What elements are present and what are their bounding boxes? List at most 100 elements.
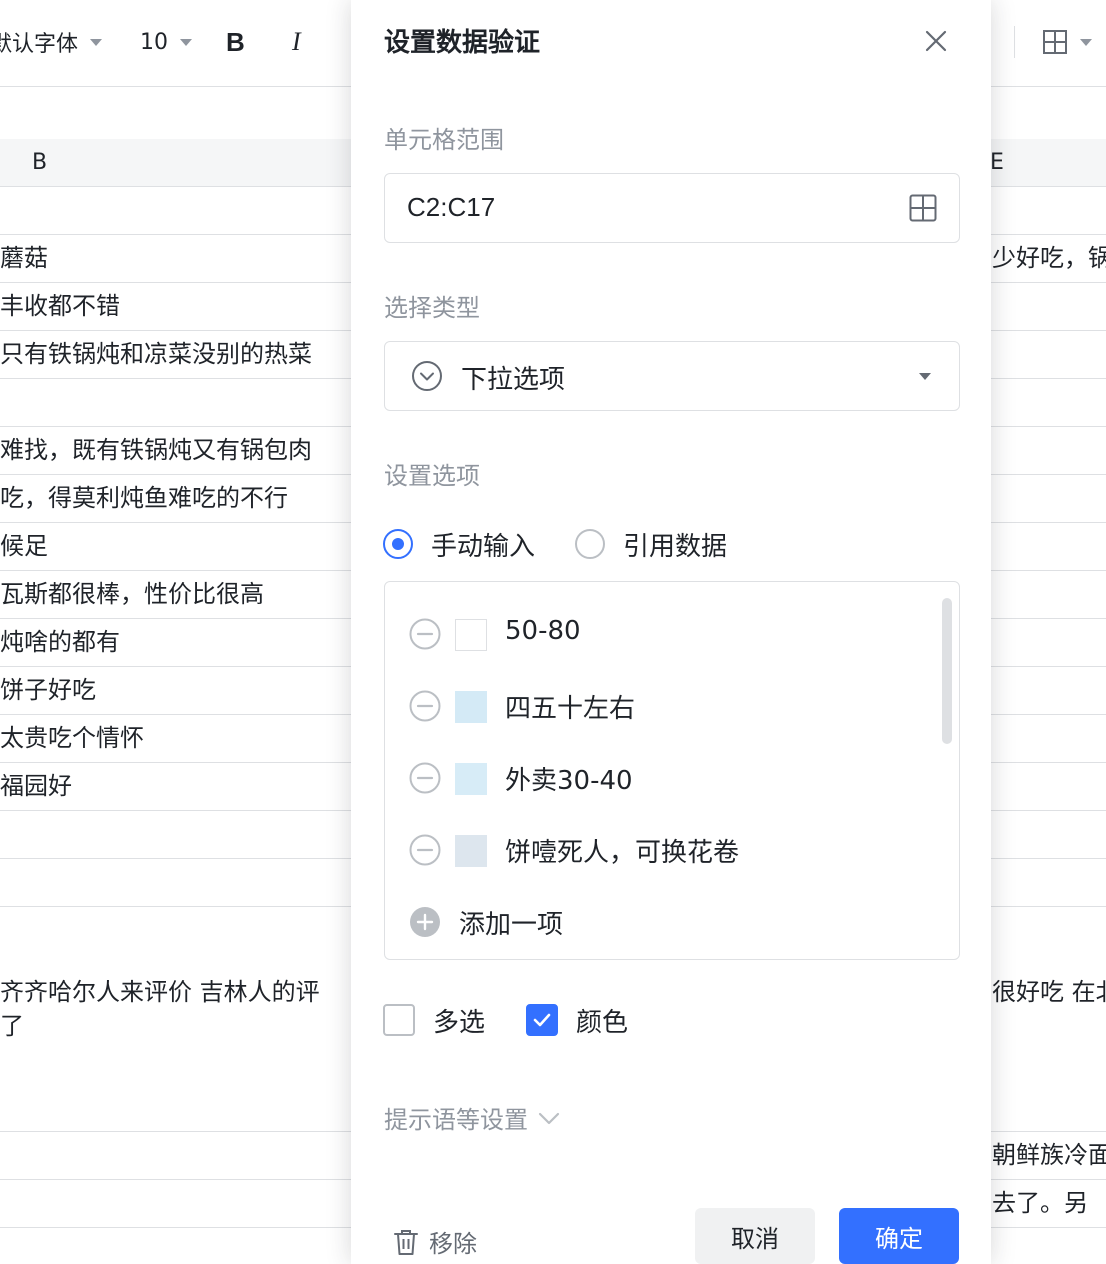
table-cell[interactable]: 福园好	[0, 763, 350, 810]
table-cell[interactable]	[992, 619, 1106, 666]
column-header-e[interactable]: E	[990, 139, 1004, 186]
table-cell[interactable]: 候足	[0, 523, 350, 570]
table-cell[interactable]	[992, 379, 1106, 426]
cell-text: 了	[0, 1012, 24, 1040]
font-size-value: 10	[140, 29, 168, 55]
table-cell[interactable]	[992, 283, 1106, 330]
table-cell[interactable]	[992, 715, 1106, 762]
table-cell[interactable]	[992, 667, 1106, 714]
validation-type-value: 下拉选项	[461, 365, 566, 395]
option-text[interactable]: 外卖30-40	[505, 760, 633, 797]
option-item: 四五十左右	[409, 686, 929, 726]
table-cell[interactable]: 吃，得莫利炖鱼难吃的不行	[0, 475, 350, 522]
color-label: 颜色	[576, 1007, 629, 1038]
chevron-down-icon	[90, 38, 103, 46]
table-cell[interactable]	[0, 1132, 350, 1179]
option-item: 50-80	[409, 614, 929, 654]
remove-label: 移除	[429, 1230, 477, 1258]
table-cell[interactable]: 蘑菇	[0, 235, 350, 282]
advanced-settings-label: 提示语等设置	[384, 1106, 528, 1134]
caret-down-icon	[919, 373, 931, 380]
table-cell[interactable]	[992, 859, 1106, 906]
option-color-swatch[interactable]	[455, 763, 487, 795]
border-select[interactable]	[1042, 24, 1092, 60]
table-cell[interactable]: 饼子好吃	[0, 667, 350, 714]
close-icon[interactable]	[921, 26, 951, 56]
table-cell[interactable]	[0, 1180, 350, 1227]
checkmark-icon	[533, 1013, 551, 1027]
table-cell[interactable]	[0, 811, 350, 858]
table-cell[interactable]	[992, 331, 1106, 378]
range-value: C2:C17	[407, 192, 496, 222]
type-label: 选择类型	[384, 294, 480, 322]
table-cell[interactable]	[992, 811, 1106, 858]
confirm-button[interactable]: 确定	[839, 1208, 959, 1264]
table-cell[interactable]	[992, 523, 1106, 570]
border-grid-icon	[1043, 30, 1067, 54]
option-color-swatch[interactable]	[455, 619, 487, 651]
options-list: 50-80 四五十左右外卖30-40 饼噎死人，可换花卷 添加一项	[384, 581, 960, 960]
font-family-value: 默认字体	[0, 32, 79, 57]
color-checkbox[interactable]: 颜色	[526, 1003, 629, 1038]
trash-icon	[394, 1229, 418, 1255]
cell-text: 齐齐哈尔人来评价 吉林人的评	[0, 978, 320, 1006]
table-cell[interactable]: 朝鲜族冷面	[992, 1132, 1106, 1179]
data-validation-dialog: 设置数据验证 单元格范围 C2:C17 选择类型 下拉选项 设置选项 手动输入 …	[351, 0, 991, 1264]
table-cell[interactable]	[992, 427, 1106, 474]
italic-button[interactable]: I	[292, 24, 301, 60]
table-cell[interactable]	[992, 475, 1106, 522]
add-option-label: 添加一项	[459, 910, 564, 940]
table-cell[interactable]: 去了。另	[992, 1180, 1106, 1227]
table-cell[interactable]: 很好吃 在北	[992, 975, 1106, 1009]
table-cell[interactable]: 瓦斯都很棒，性价比很高	[0, 571, 350, 618]
table-cell[interactable]: 只有铁锅炖和凉菜没别的热菜	[0, 331, 350, 378]
radio-button-checked[interactable]	[383, 529, 413, 559]
table-cell[interactable]: 炖啥的都有	[0, 619, 350, 666]
radio-manual-label: 手动输入	[431, 531, 536, 562]
radio-reference-label: 引用数据	[623, 531, 728, 562]
table-cell[interactable]: 难找，既有铁锅炖又有锅包肉	[0, 427, 350, 474]
minus-circle-icon[interactable]	[409, 690, 441, 722]
chevron-down-icon	[538, 1112, 560, 1124]
minus-circle-icon[interactable]	[409, 618, 441, 650]
options-scrollbar[interactable]	[942, 598, 952, 744]
option-text[interactable]: 饼噎死人，可换花卷	[505, 832, 739, 869]
cell-text: 很好吃 在北	[992, 978, 1106, 1006]
table-cell[interactable]	[0, 859, 350, 906]
advanced-settings-toggle[interactable]: 提示语等设置	[384, 1100, 562, 1135]
option-color-swatch[interactable]	[455, 835, 487, 867]
bold-button[interactable]: B	[226, 24, 245, 60]
option-item: 外卖30-40	[409, 758, 929, 798]
remove-validation-button[interactable]: 移除	[393, 1224, 477, 1259]
minus-circle-icon[interactable]	[409, 762, 441, 794]
option-item: 饼噎死人，可换花卷	[409, 830, 929, 870]
options-label: 设置选项	[384, 462, 480, 490]
column-header-b[interactable]: B	[32, 139, 47, 186]
table-cell[interactable]	[0, 379, 350, 426]
select-range-icon[interactable]	[909, 194, 937, 222]
table-cell[interactable]: 齐齐哈尔人来评价 吉林人的评 了	[0, 975, 350, 1043]
table-cell[interactable]	[992, 187, 1106, 234]
option-text[interactable]: 四五十左右	[505, 688, 635, 725]
table-cell[interactable]: 太贵吃个情怀	[0, 715, 350, 762]
table-cell[interactable]	[992, 763, 1106, 810]
radio-manual-input[interactable]: 手动输入	[383, 526, 535, 562]
table-cell[interactable]: 少好吃，锅	[992, 235, 1106, 282]
multi-select-checkbox[interactable]: 多选	[383, 1003, 485, 1038]
table-cell[interactable]: 丰收都不错	[0, 283, 350, 330]
font-family-select[interactable]: 默认字体	[0, 24, 103, 60]
checkbox-box-checked[interactable]	[526, 1004, 558, 1036]
chevron-down-icon	[180, 38, 192, 46]
option-text[interactable]: 50-80	[505, 616, 581, 646]
radio-button[interactable]	[575, 529, 605, 559]
minus-circle-icon[interactable]	[409, 834, 441, 866]
radio-reference-data[interactable]: 引用数据	[575, 526, 727, 562]
option-color-swatch[interactable]	[455, 691, 487, 723]
cancel-button[interactable]: 取消	[695, 1208, 815, 1264]
validation-type-select[interactable]: 下拉选项	[384, 341, 960, 411]
table-cell[interactable]	[0, 187, 350, 234]
table-cell[interactable]	[992, 571, 1106, 618]
checkbox-box[interactable]	[383, 1004, 415, 1036]
font-size-select[interactable]: 10	[140, 24, 192, 60]
range-input[interactable]: C2:C17	[384, 173, 960, 243]
